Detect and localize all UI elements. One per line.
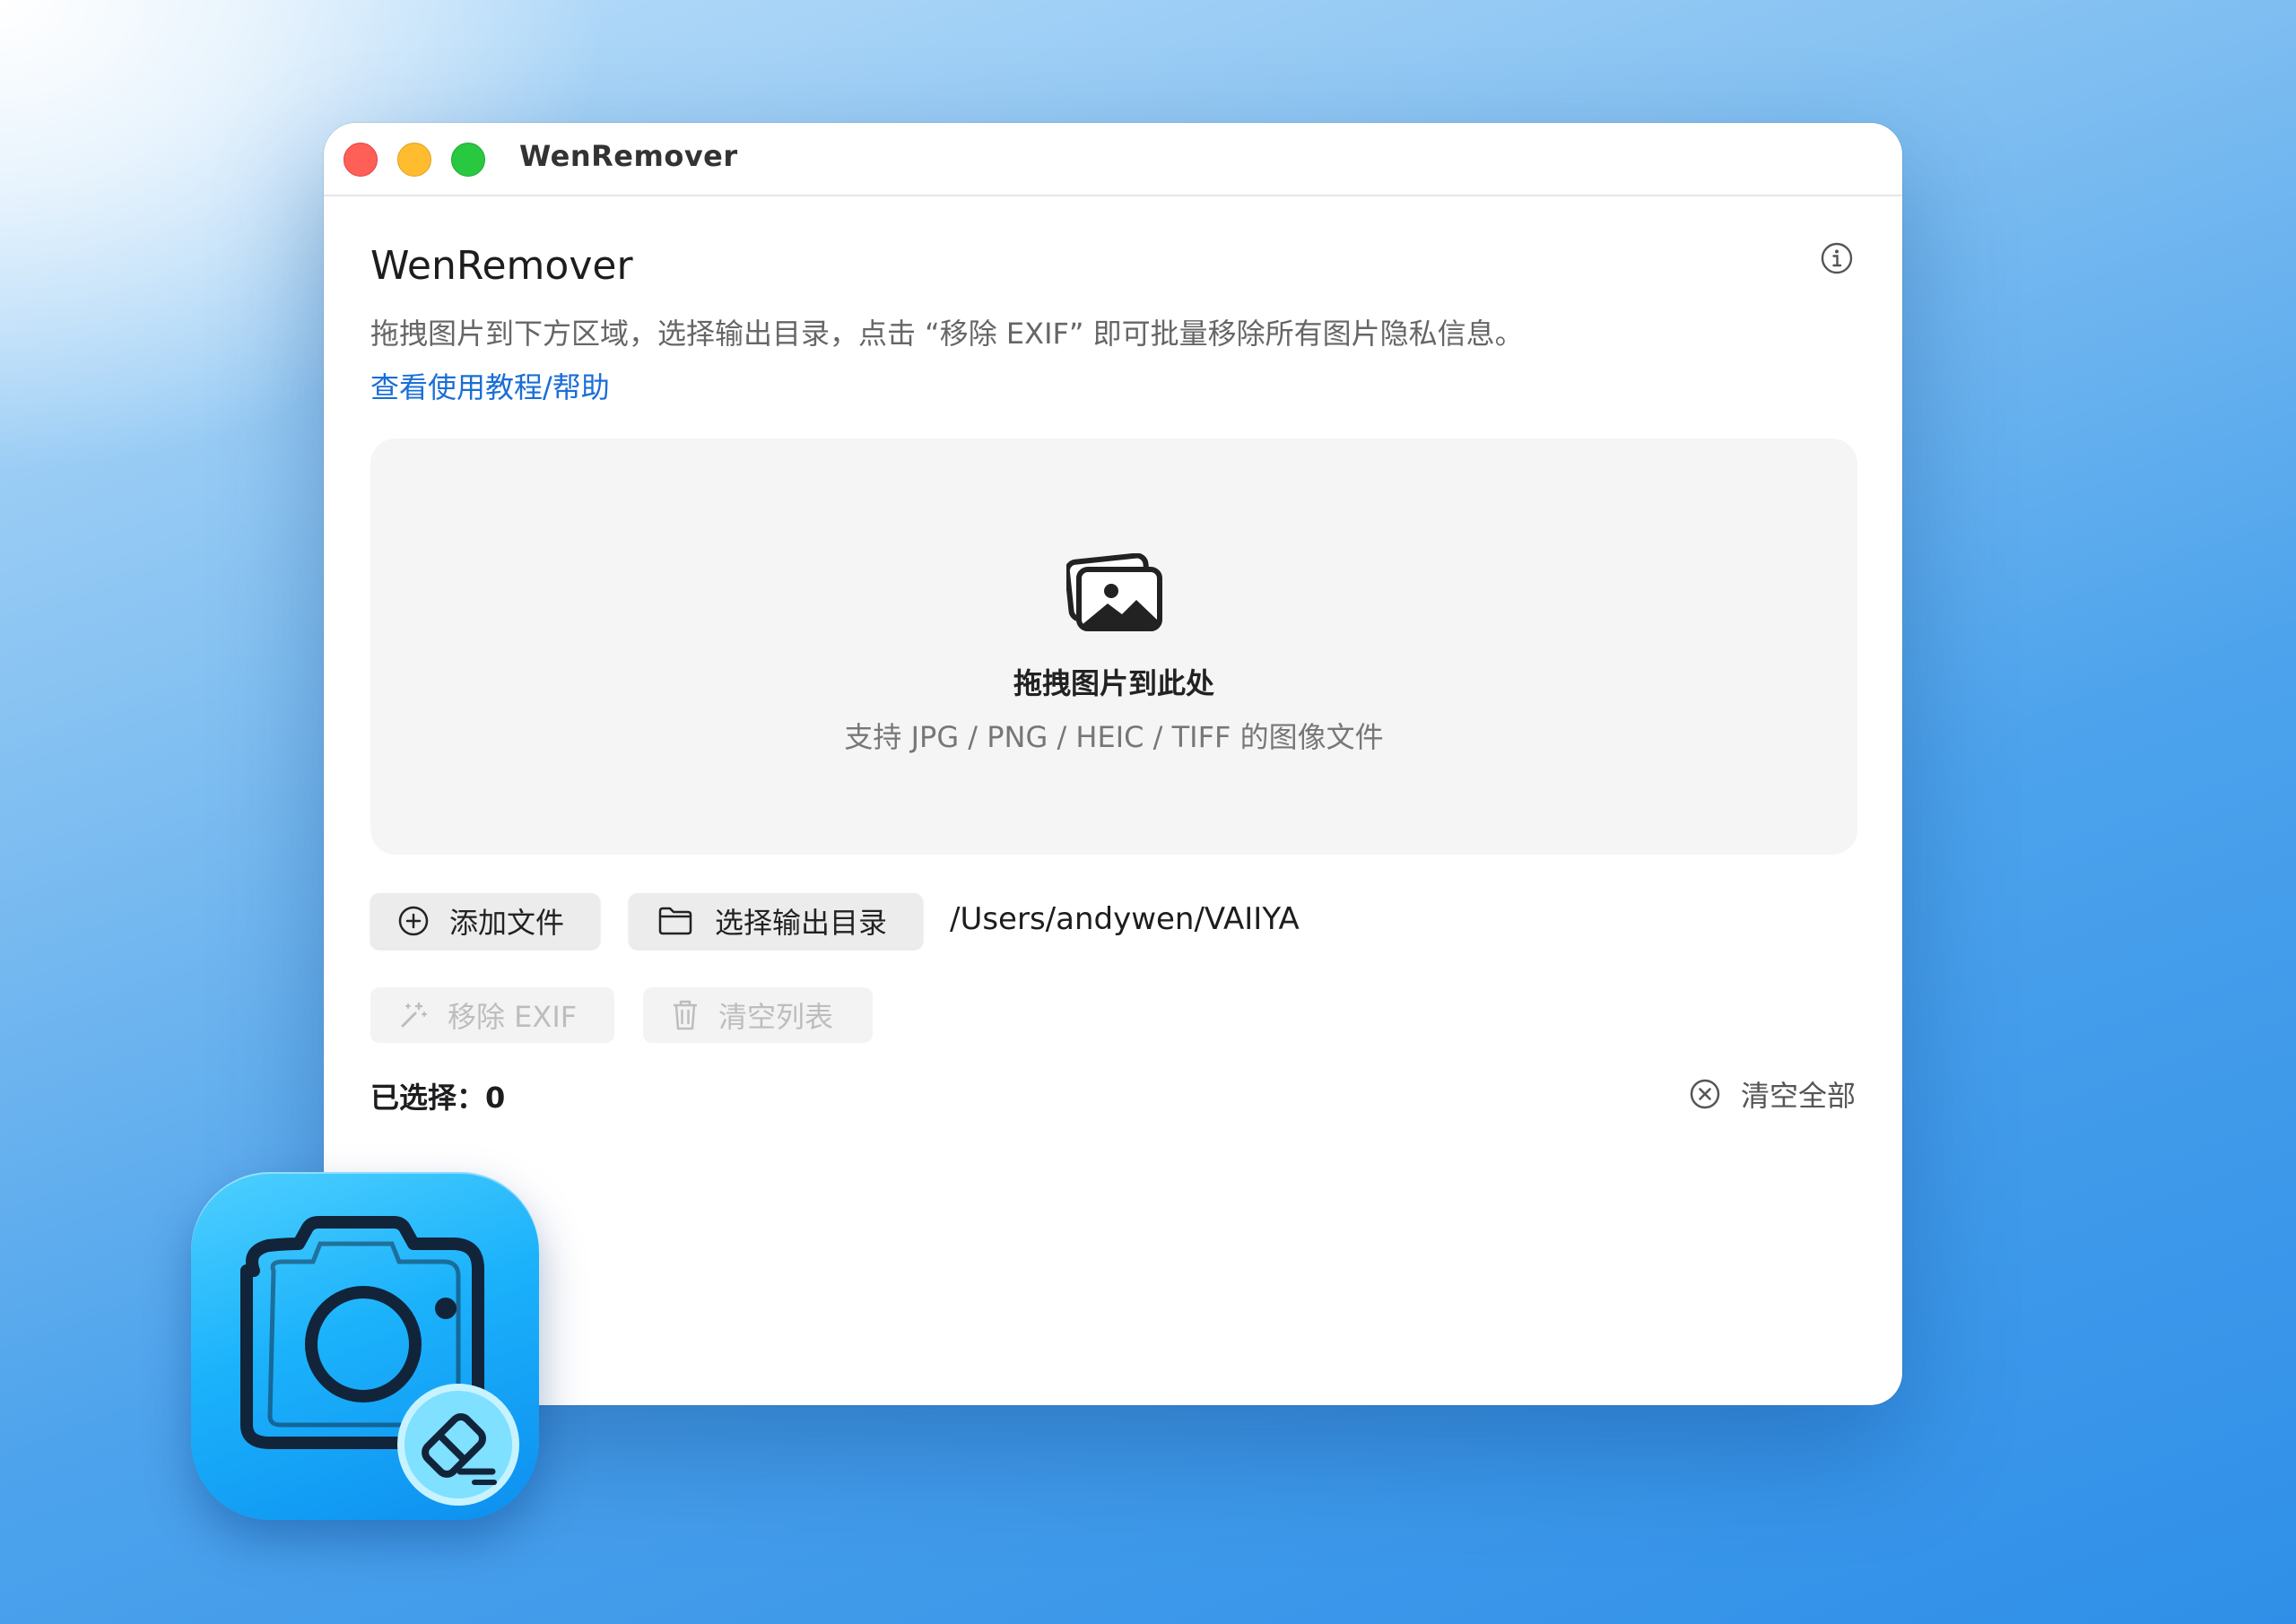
drop-zone-subtitle: 支持 JPG / PNG / HEIC / TIFF 的图像文件 [844, 720, 1384, 754]
selected-label: 已选择： [370, 1081, 486, 1115]
help-link[interactable]: 查看使用教程/帮助 [370, 365, 610, 406]
description-text: 拖拽图片到下方区域，选择输出目录，点击 “移除 EXIF” 即可批量移除所有图片… [370, 317, 1524, 351]
clear-list-button[interactable]: 清空列表 [643, 987, 873, 1043]
folder-icon [658, 907, 692, 935]
close-window-button[interactable] [344, 143, 378, 177]
choose-output-dir-button[interactable]: 选择输出目录 [629, 893, 923, 949]
remove-exif-button[interactable]: 移除 EXIF [370, 987, 614, 1043]
selected-count: 0 [485, 1081, 506, 1115]
selected-count-text: 已选择：0 [370, 1075, 505, 1116]
remove-exif-label: 移除 EXIF [448, 1000, 578, 1034]
window-title: WenRemover [519, 139, 738, 173]
plus-circle-icon [398, 906, 429, 936]
clear-all-button[interactable]: 清空全部 [1689, 1073, 1856, 1115]
title-bar[interactable]: WenRemover [324, 123, 1902, 196]
choose-output-dir-label: 选择输出目录 [715, 906, 888, 940]
photos-stack-icon [1066, 553, 1162, 631]
add-files-label: 添加文件 [449, 906, 565, 940]
clear-list-label: 清空列表 [718, 1000, 834, 1034]
drop-zone-title: 拖拽图片到此处 [1013, 666, 1214, 700]
app-window: WenRemover WenRemover 拖拽图片到下方区域，选择输出目录，点… [324, 123, 1902, 1405]
minimize-window-button[interactable] [397, 143, 431, 177]
add-files-button[interactable]: 添加文件 [370, 893, 600, 949]
close-circle-icon [1690, 1079, 1720, 1109]
trash-icon [674, 1000, 697, 1030]
clear-all-label: 清空全部 [1740, 1079, 1856, 1113]
info-circle-icon[interactable] [1820, 241, 1854, 275]
camera-eraser-icon [240, 1216, 519, 1506]
output-path: /Users/andywen/VAIIYA [950, 901, 1300, 937]
app-icon [191, 1172, 539, 1520]
zoom-window-button[interactable] [451, 143, 485, 177]
magic-wand-icon [401, 1002, 427, 1028]
page-title: WenRemover [370, 243, 633, 289]
drop-zone[interactable]: 拖拽图片到此处 支持 JPG / PNG / HEIC / TIFF 的图像文件 [370, 439, 1857, 855]
